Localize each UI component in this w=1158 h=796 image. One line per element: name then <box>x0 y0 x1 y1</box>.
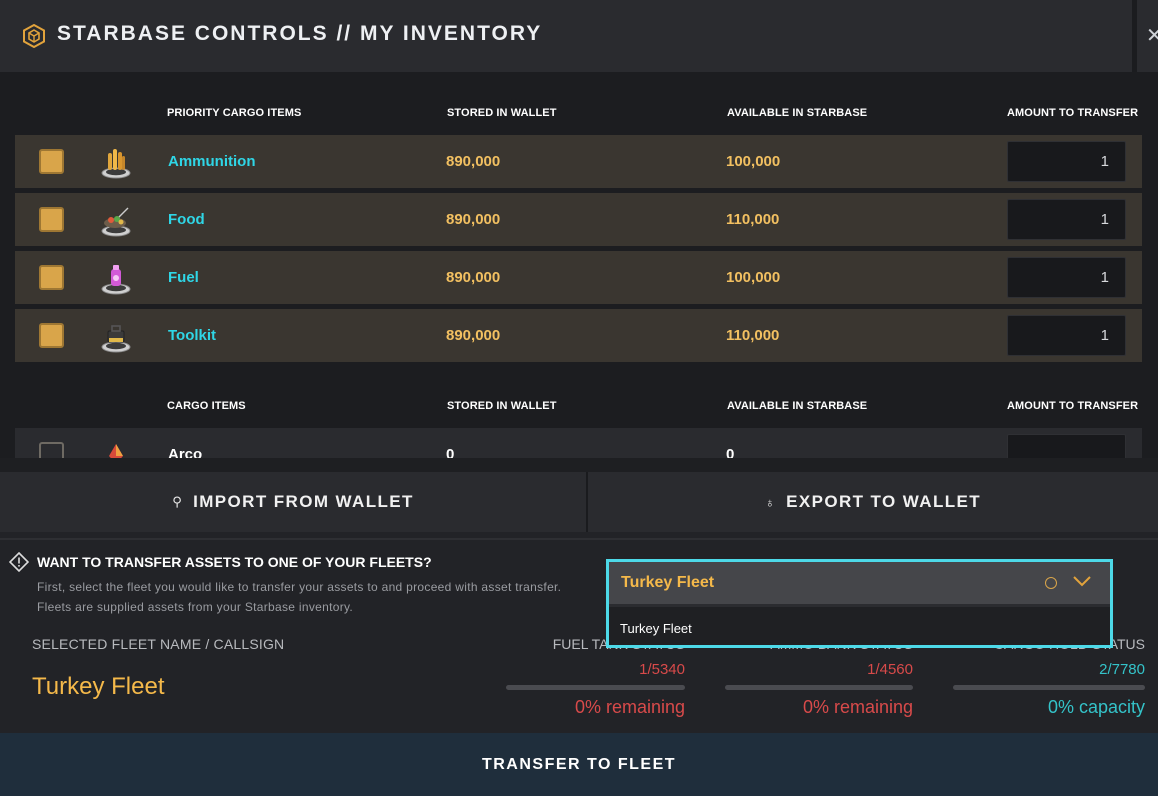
col-amount-to-transfer: AMOUNT TO TRANSFER <box>1007 107 1139 119</box>
item-name: Fuel <box>168 269 199 286</box>
row-checkbox[interactable] <box>39 149 64 174</box>
stored-value: 890,000 <box>446 153 501 170</box>
col-cargo-items: CARGO ITEMS <box>167 400 246 412</box>
stored-value: 890,000 <box>446 269 501 286</box>
available-value: 100,000 <box>726 153 781 170</box>
import-from-wallet-button[interactable]: ⚲ IMPORT FROM WALLET <box>0 472 586 532</box>
dropdown-value: Turkey Fleet <box>621 574 715 591</box>
export-label: EXPORT TO WALLET <box>786 492 982 511</box>
item-name: Toolkit <box>168 327 217 344</box>
table-row[interactable]: Fuel 890,000 100,000 1 <box>15 251 1142 304</box>
inventory-panel[interactable]: PRIORITY CARGO ITEMS STORED IN WALLET AV… <box>0 72 1158 458</box>
table-row[interactable]: Arco 0 0 <box>15 428 1142 458</box>
page-title: STARBASE CONTROLS // MY INVENTORY <box>57 22 543 45</box>
check-circle-icon <box>1045 577 1057 589</box>
item-name: Food <box>168 211 205 228</box>
selected-fleet-name: Turkey Fleet <box>32 673 165 700</box>
table-row[interactable]: Food 890,000 110,000 1 <box>15 193 1142 246</box>
selected-fleet-label: SELECTED FLEET NAME / CALLSIGN <box>32 636 285 652</box>
stat-percent: 0% remaining <box>574 697 685 717</box>
export-to-wallet-button[interactable]: ♁ EXPORT TO WALLET <box>588 472 1158 532</box>
arco-icon <box>109 444 123 458</box>
col-stored-in-wallet: STORED IN WALLET <box>447 107 557 119</box>
stat-value: 1/4560 <box>867 661 913 678</box>
table-row[interactable]: Ammunition 890,000 100,000 1 <box>15 135 1142 188</box>
dropdown-selected[interactable]: Turkey Fleet <box>609 562 1110 604</box>
chevron-down-icon[interactable] <box>1072 574 1092 588</box>
row-checkbox[interactable] <box>39 207 64 232</box>
table-row[interactable]: Toolkit 890,000 110,000 1 <box>15 309 1142 362</box>
close-button[interactable]: ✕ <box>1137 0 1158 72</box>
available-value: 0 <box>726 446 735 458</box>
col-available-in-starbase: AVAILABLE IN STARBASE <box>727 107 868 119</box>
import-label: IMPORT FROM WALLET <box>193 492 414 511</box>
stat-percent: 0% capacity <box>1047 697 1145 717</box>
progress-bar <box>725 685 913 690</box>
dropdown-options: Turkey Fleet <box>609 607 1110 645</box>
stored-value: 0 <box>446 446 455 458</box>
item-name: Arco <box>168 446 203 458</box>
row-checkbox[interactable] <box>39 442 64 458</box>
available-value: 100,000 <box>726 269 781 286</box>
progress-bar <box>953 685 1145 690</box>
col-stored-in-wallet: STORED IN WALLET <box>447 400 557 412</box>
fleet-prompt-description: First, select the fleet you would like t… <box>37 580 562 614</box>
amount-input[interactable]: 1 <box>1007 315 1126 356</box>
row-checkbox[interactable] <box>39 265 64 290</box>
stored-value: 890,000 <box>446 327 501 344</box>
transfer-to-fleet-button[interactable]: TRANSFER TO FLEET <box>0 733 1158 796</box>
cube-hex-icon <box>23 24 45 48</box>
toolkit-icon <box>101 325 131 353</box>
amount-input[interactable]: 1 <box>1007 199 1126 240</box>
fuel-tank-status: FUEL TANK STATUS 1/5340 0% remaining <box>506 636 685 726</box>
stat-percent: 0% remaining <box>802 697 913 717</box>
amount-input[interactable]: 1 <box>1007 141 1126 182</box>
cargo-hold-status: CARGO HOLD STATUS 2/7780 0% capacity <box>953 636 1145 726</box>
row-checkbox[interactable] <box>39 323 64 348</box>
fuel-icon <box>101 265 131 295</box>
wallet-actions: ⚲ IMPORT FROM WALLET ♁ EXPORT TO WALLET <box>0 472 1158 532</box>
close-icon[interactable]: ✕ <box>1146 23 1158 48</box>
stat-value: 2/7780 <box>1099 661 1145 678</box>
ammunition-icon <box>101 149 131 179</box>
col-amount-to-transfer: AMOUNT TO TRANSFER <box>1007 400 1139 412</box>
divider <box>0 538 1158 540</box>
export-icon: ♁ <box>764 494 777 510</box>
fleet-prompt-title: WANT TO TRANSFER ASSETS TO ONE OF YOUR F… <box>37 554 432 570</box>
available-value: 110,000 <box>726 211 780 228</box>
amount-input[interactable]: 1 <box>1007 257 1126 298</box>
window-header: STARBASE CONTROLS // MY INVENTORY <box>0 0 1132 72</box>
import-icon: ⚲ <box>172 494 184 509</box>
fleet-select-dropdown[interactable]: Turkey Fleet Turkey Fleet <box>606 559 1113 648</box>
amount-input[interactable] <box>1007 434 1126 458</box>
dropdown-option[interactable]: Turkey Fleet <box>620 621 692 636</box>
food-icon <box>101 207 131 237</box>
col-available-in-starbase: AVAILABLE IN STARBASE <box>727 400 868 412</box>
stored-value: 890,000 <box>446 211 501 228</box>
col-priority-cargo: PRIORITY CARGO ITEMS <box>167 107 302 119</box>
progress-bar <box>506 685 685 690</box>
ammo-bank-status: AMMO BANK STATUS 1/4560 0% remaining <box>725 636 913 726</box>
warning-icon <box>9 552 29 572</box>
item-name: Ammunition <box>168 153 256 170</box>
stat-value: 1/5340 <box>639 661 685 678</box>
available-value: 110,000 <box>726 327 780 344</box>
